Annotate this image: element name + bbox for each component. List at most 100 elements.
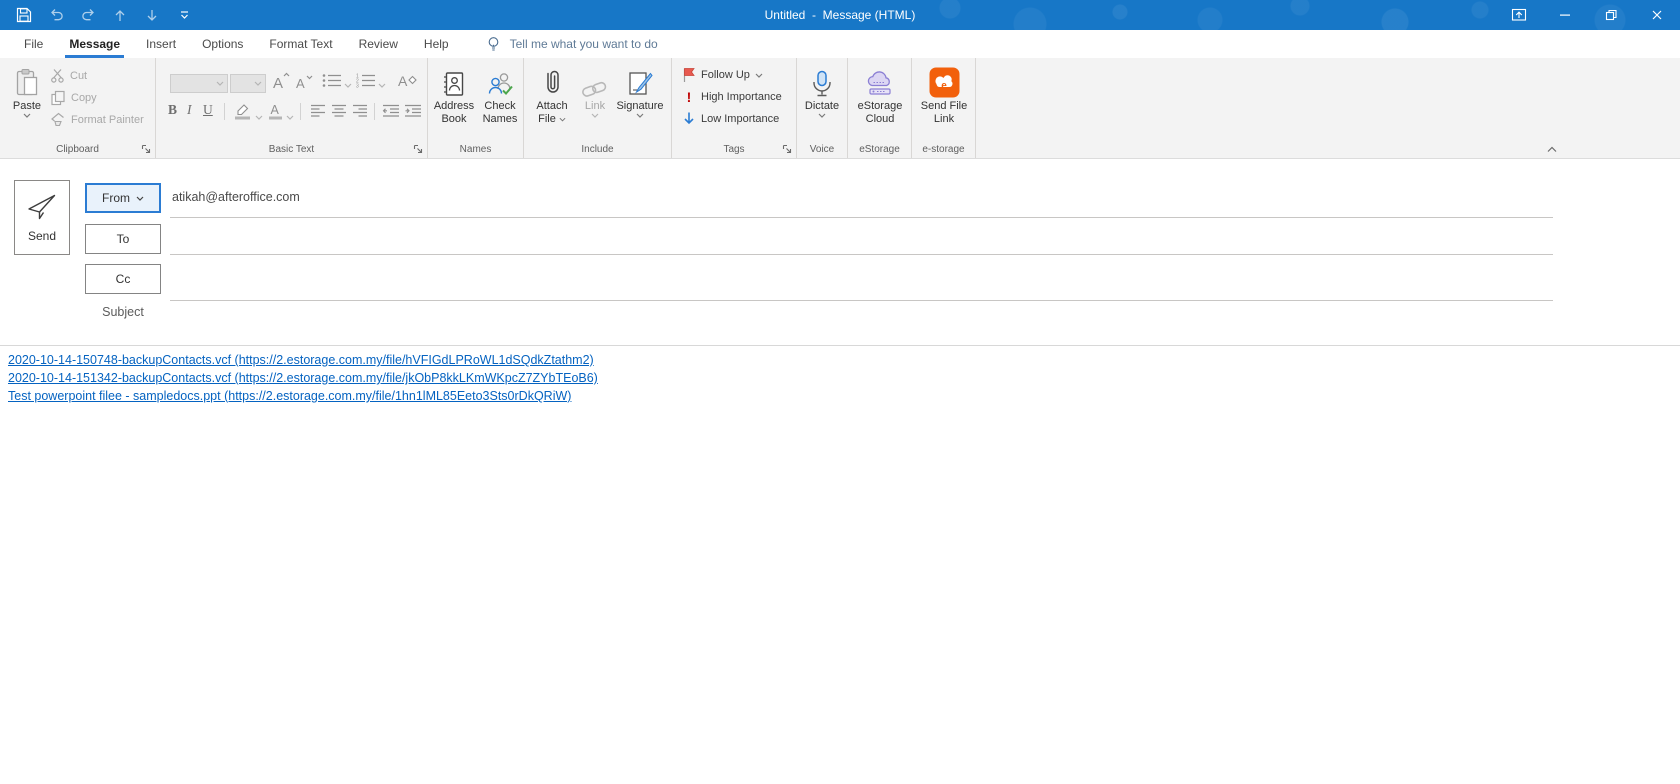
italic-button[interactable]: I [187, 102, 192, 118]
minimize-button[interactable] [1542, 0, 1588, 30]
send-button[interactable]: Send [14, 180, 70, 255]
font-size-dropdown[interactable] [230, 74, 266, 93]
restore-down-button[interactable] [1588, 0, 1634, 30]
signature-button[interactable]: Signature [614, 62, 666, 118]
address-book-button[interactable]: Address Book [432, 62, 476, 126]
tags-group-label: Tags [672, 142, 796, 157]
clipboard-dialog-launcher-icon[interactable] [141, 144, 152, 155]
decrease-indent-button[interactable] [382, 104, 400, 118]
send-file-link-button[interactable]: e Send File Link [914, 62, 974, 126]
close-icon [1650, 8, 1664, 22]
estorage-cloud-button[interactable]: eStorage Cloud [850, 62, 910, 126]
follow-up-flag-icon [682, 67, 696, 83]
clear-formatting-button[interactable]: A [398, 71, 418, 90]
move-down-button[interactable] [140, 3, 164, 27]
signature-label: Signature [616, 100, 663, 113]
format-painter-button[interactable]: Format Painter [50, 112, 144, 128]
text-highlight-button[interactable] [234, 102, 263, 120]
svg-text:3: 3 [356, 84, 359, 89]
numbering-button[interactable]: 1 2 3 [356, 73, 386, 88]
bullets-button[interactable] [322, 73, 352, 88]
font-color-button[interactable]: A [268, 102, 294, 120]
numbering-dropdown-icon [378, 83, 386, 88]
dictate-button[interactable]: Dictate [799, 62, 845, 118]
estorage-cloud-label: eStorage Cloud [852, 100, 908, 126]
attachment-link[interactable]: 2020-10-14-150748-backupContacts.vcf (ht… [8, 351, 594, 369]
undo-button[interactable] [44, 3, 68, 27]
tab-review[interactable]: Review [346, 30, 411, 58]
tab-options[interactable]: Options [189, 30, 256, 58]
bullets-icon [322, 73, 342, 88]
outlook-message-window: Untitled - Message (HTML) [0, 0, 1680, 784]
customize-toolbar-icon [179, 10, 190, 20]
ribbon-group-estorage: eStorage Cloud eStorage [848, 58, 912, 158]
ribbon-tab-row: File Message Insert Options Format Text … [0, 30, 1680, 58]
tell-me-box[interactable]: Tell me what you want to do [486, 30, 658, 58]
close-button[interactable] [1634, 0, 1680, 30]
redo-button[interactable] [76, 3, 100, 27]
copy-icon [50, 90, 66, 106]
address-book-icon [441, 71, 467, 98]
tab-message[interactable]: Message [56, 30, 133, 58]
font-size-dropdown-icon [254, 81, 262, 86]
link-label: Link [585, 100, 605, 113]
send-file-link-icon: e [929, 67, 960, 98]
check-names-button[interactable]: Check Names [478, 62, 522, 126]
paste-button[interactable]: Paste [8, 62, 46, 118]
window-title: Untitled - Message (HTML) [200, 8, 1480, 22]
tab-file[interactable]: File [11, 30, 56, 58]
bullets-dropdown-icon [344, 83, 352, 88]
clear-formatting-icon: A [398, 71, 418, 90]
attachment-link[interactable]: 2020-10-14-151342-backupContacts.vcf (ht… [8, 369, 598, 387]
dictate-dropdown-icon [818, 113, 826, 118]
paste-label: Paste [13, 100, 41, 113]
underline-button[interactable]: U [203, 102, 213, 118]
svg-text:A: A [271, 103, 280, 117]
customize-quick-access-toolbar-button[interactable] [172, 3, 196, 27]
high-importance-button[interactable]: ! High Importance [682, 89, 782, 105]
low-importance-label: Low Importance [701, 113, 779, 125]
ribbon-group-include: Attach File Link [524, 58, 672, 158]
compose-header: Send From atikah@afteroffice.com To Cc S… [0, 159, 1680, 346]
font-name-dropdown[interactable] [170, 74, 228, 93]
format-painter-icon [50, 112, 66, 128]
copy-label: Copy [71, 92, 97, 104]
tab-format-text[interactable]: Format Text [256, 30, 345, 58]
tab-help[interactable]: Help [411, 30, 462, 58]
link-button[interactable]: Link [578, 62, 612, 118]
move-up-button[interactable] [108, 3, 132, 27]
low-importance-icon [682, 111, 696, 126]
follow-up-button[interactable]: Follow Up [682, 67, 763, 83]
increase-indent-button[interactable] [404, 104, 422, 118]
low-importance-button[interactable]: Low Importance [682, 111, 779, 126]
basic-text-dialog-launcher-icon[interactable] [413, 144, 424, 155]
to-label: To [117, 232, 130, 246]
save-button[interactable] [12, 3, 36, 27]
to-button[interactable]: To [85, 224, 161, 254]
cut-icon [50, 68, 65, 83]
collapse-ribbon-icon[interactable] [1546, 145, 1558, 153]
align-center-button[interactable] [331, 104, 347, 118]
signature-dropdown-icon [636, 113, 644, 118]
cut-button[interactable]: Cut [50, 68, 87, 83]
cc-field-underline [170, 300, 1553, 301]
attach-file-button[interactable]: Attach File [530, 62, 574, 126]
tags-dialog-launcher-icon[interactable] [782, 144, 793, 155]
ribbon-display-options-button[interactable] [1496, 0, 1542, 30]
copy-button[interactable]: Copy [50, 90, 97, 106]
from-dropdown-icon [136, 196, 144, 201]
bold-button[interactable]: B [168, 102, 177, 118]
attachment-link[interactable]: Test powerpoint filee - sampledocs.ppt (… [8, 387, 571, 405]
message-body-editor[interactable]: 2020-10-14-150748-backupContacts.vcf (ht… [0, 346, 1680, 405]
shrink-font-button[interactable]: A [295, 73, 313, 91]
cc-button[interactable]: Cc [85, 264, 161, 294]
tab-insert[interactable]: Insert [133, 30, 189, 58]
align-left-button[interactable] [310, 104, 326, 118]
increase-indent-icon [404, 104, 422, 118]
attach-file-icon [544, 68, 560, 98]
from-field-value[interactable]: atikah@afteroffice.com [172, 190, 300, 204]
format-painter-label: Format Painter [71, 114, 144, 126]
from-button[interactable]: From [85, 183, 161, 213]
grow-font-button[interactable]: A [272, 71, 290, 91]
align-right-button[interactable] [352, 104, 368, 118]
